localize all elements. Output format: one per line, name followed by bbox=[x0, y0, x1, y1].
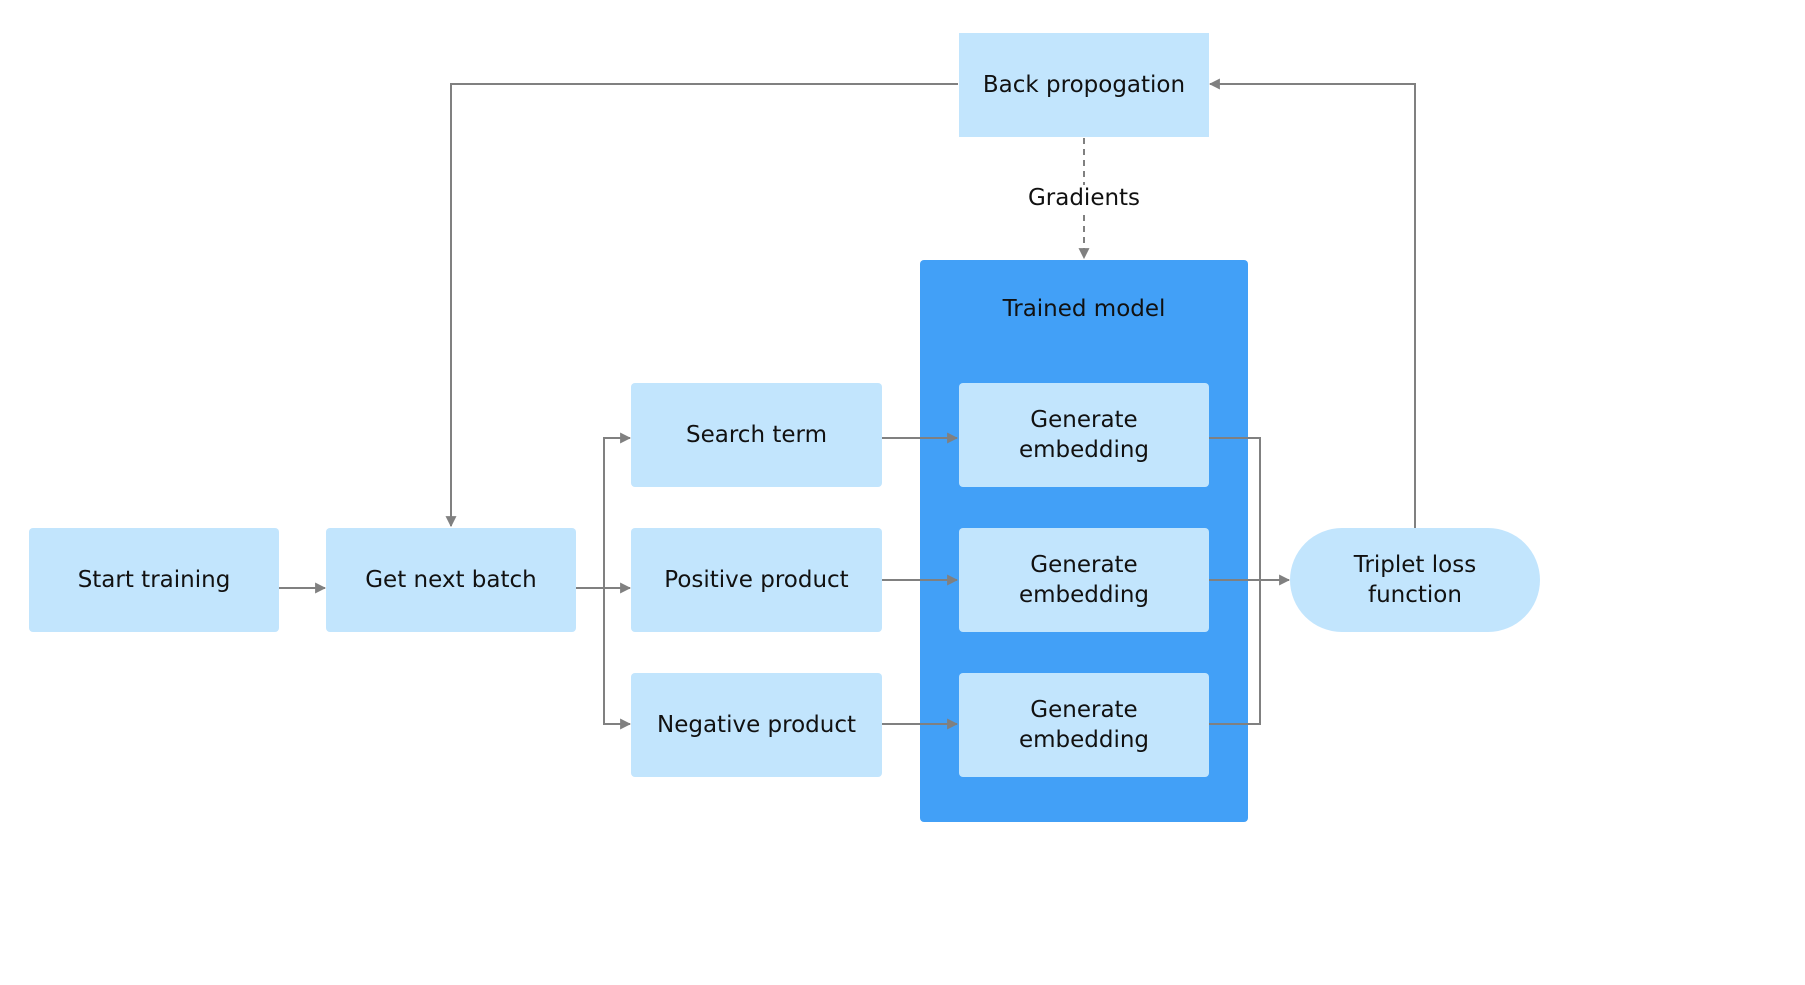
node-positive-product[interactable]: Positive product bbox=[631, 528, 882, 632]
node-start-training[interactable]: Start training bbox=[29, 528, 279, 632]
node-generate-embedding-2[interactable]: Generate embedding bbox=[959, 528, 1209, 632]
node-search-term[interactable]: Search term bbox=[631, 383, 882, 487]
diagram-canvas: Trained model Gradients Start training G… bbox=[0, 0, 1805, 985]
node-generate-embedding-1-label: Generate embedding bbox=[1018, 407, 1150, 463]
node-search-term-label: Search term bbox=[686, 422, 827, 448]
node-start-training-label: Start training bbox=[77, 567, 231, 593]
node-generate-embedding-1[interactable]: Generate embedding bbox=[959, 383, 1209, 487]
node-back-propagation-label: Back propogation bbox=[982, 72, 1186, 98]
node-negative-product-label: Negative product bbox=[657, 712, 856, 738]
edge-embed3-to-triplet bbox=[1209, 580, 1261, 725]
node-generate-embedding-2-label: Generate embedding bbox=[1018, 552, 1150, 608]
node-get-next-batch-label: Get next batch bbox=[365, 567, 537, 593]
edge-triplet-to-backprop bbox=[1208, 78, 1416, 528]
node-back-propagation[interactable]: Back propogation bbox=[959, 33, 1209, 137]
node-triplet-loss-function[interactable]: Triplet loss function bbox=[1290, 528, 1540, 632]
node-get-next-batch[interactable]: Get next batch bbox=[326, 528, 576, 632]
edges-layer bbox=[279, 78, 1416, 730]
gradients-label: Gradients bbox=[1025, 185, 1143, 211]
edge-batch-to-search bbox=[603, 432, 632, 588]
node-triplet-loss-function-label: Triplet loss function bbox=[1353, 552, 1477, 608]
edge-batch-to-negative bbox=[603, 588, 632, 730]
edge-embed1-to-triplet bbox=[1209, 437, 1261, 580]
node-positive-product-label: Positive product bbox=[664, 567, 849, 593]
node-negative-product[interactable]: Negative product bbox=[631, 673, 882, 777]
node-generate-embedding-3[interactable]: Generate embedding bbox=[959, 673, 1209, 777]
node-generate-embedding-3-label: Generate embedding bbox=[1018, 697, 1150, 753]
